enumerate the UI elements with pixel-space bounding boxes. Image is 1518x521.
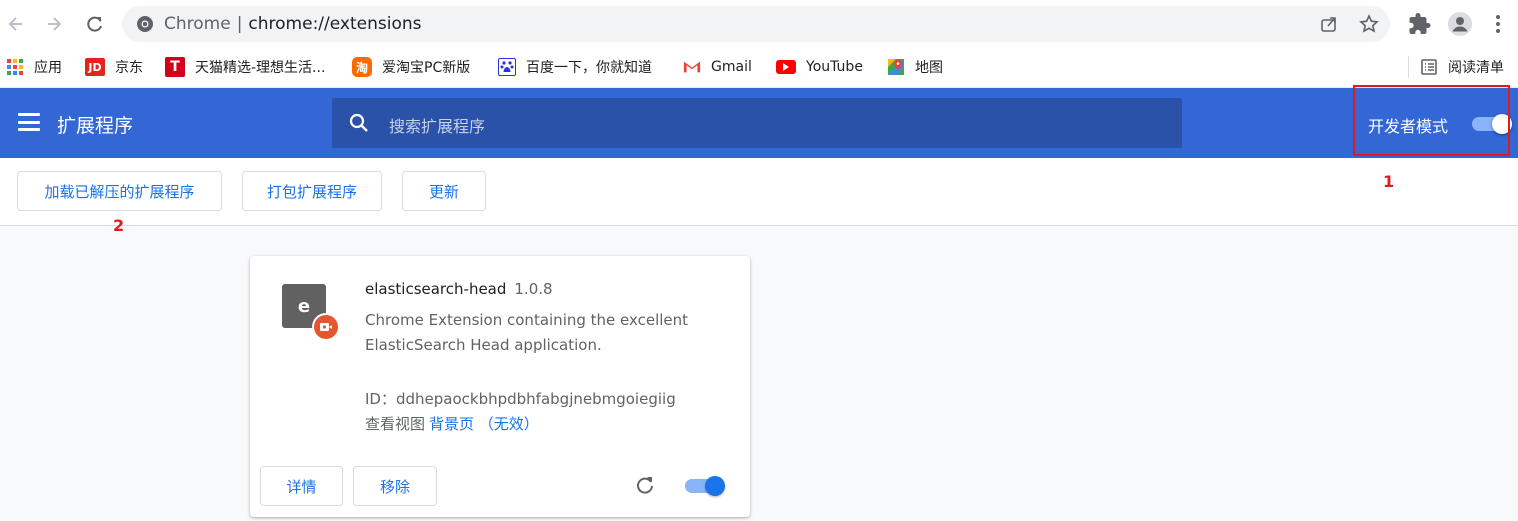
- bookmark-aitaobao[interactable]: 淘 爱淘宝PC新版: [352, 56, 470, 78]
- toggle-knob: [705, 476, 725, 496]
- pack-extension-button[interactable]: 打包扩展程序: [242, 171, 382, 211]
- extensions-puzzle-icon[interactable]: [1408, 12, 1432, 36]
- hamburger-menu-icon[interactable]: [18, 113, 40, 131]
- browser-toolbar: Chrome | chrome://extensions: [0, 0, 1518, 48]
- annotation-number-2: 2: [113, 216, 125, 235]
- extensions-header: 扩展程序 搜索扩展程序 开发者模式: [0, 88, 1518, 158]
- update-button[interactable]: 更新: [402, 171, 486, 211]
- forward-icon[interactable]: [40, 10, 68, 38]
- bookmark-label: 爱淘宝PC新版: [382, 60, 471, 76]
- search-placeholder: 搜索扩展程序: [389, 117, 486, 136]
- extension-name-row: elasticsearch-head 1.0.8: [365, 280, 553, 298]
- maps-icon: [887, 58, 905, 76]
- background-page-link[interactable]: 背景页 （无效）: [429, 415, 539, 433]
- inspect-views-label: 查看视图: [365, 415, 426, 433]
- youtube-icon: [776, 60, 796, 74]
- jd-icon: JD: [85, 58, 105, 76]
- search-extensions-input[interactable]: 搜索扩展程序: [332, 98, 1182, 148]
- bookmark-label: 地图: [915, 60, 943, 76]
- address-bar[interactable]: Chrome | chrome://extensions: [122, 6, 1390, 42]
- extension-id-label: ID：: [365, 390, 396, 408]
- unpacked-badge-icon: [312, 313, 340, 341]
- inspect-views-row: 查看视图 背景页 （无效）: [365, 413, 539, 434]
- extension-id-value: ddhepaockbhpdbhfabgjnebmgoiegiig: [395, 390, 676, 408]
- extension-version: 1.0.8: [514, 280, 553, 298]
- bookmark-maps[interactable]: 地图: [887, 56, 943, 78]
- page-title: 扩展程序: [57, 115, 134, 137]
- chrome-icon: [137, 16, 153, 32]
- bookmark-label: 天猫精选-理想生活...: [195, 60, 326, 76]
- bookmark-jd[interactable]: JD 京东: [85, 56, 143, 78]
- baidu-icon: [498, 58, 516, 76]
- reload-icon[interactable]: [81, 10, 109, 38]
- bookmark-label: 百度一下，你就知道: [526, 60, 652, 76]
- load-unpacked-button[interactable]: 加载已解压的扩展程序: [17, 171, 222, 211]
- bookmark-tmall[interactable]: T 天猫精选-理想生活...: [165, 56, 325, 78]
- bookmarks-bar: 应用 JD 京东 T 天猫精选-理想生活... 淘 爱淘宝PC新版 百度一下，你…: [0, 48, 1518, 88]
- address-url: chrome://extensions: [248, 14, 422, 34]
- bookmark-label: Gmail: [711, 59, 752, 75]
- search-icon: [349, 113, 368, 132]
- star-icon[interactable]: [1359, 14, 1379, 34]
- bookmark-label: 应用: [34, 60, 62, 76]
- reload-extension-icon[interactable]: [634, 474, 656, 496]
- reading-list-label: 阅读清单: [1448, 60, 1504, 76]
- extension-id-row: ID：ddhepaockbhpdbhfabgjnebmgoiegiig: [365, 388, 676, 409]
- extension-enable-toggle[interactable]: [685, 476, 725, 496]
- bookmark-gmail[interactable]: Gmail: [683, 56, 752, 78]
- reading-list-icon: [1420, 58, 1438, 76]
- annotation-highlight-box: [1353, 85, 1510, 156]
- bookmark-label: YouTube: [806, 59, 863, 75]
- action-bar: 加载已解压的扩展程序 打包扩展程序 更新: [0, 158, 1518, 226]
- bookmarks-divider: [1408, 56, 1409, 78]
- gmail-icon: [683, 58, 701, 76]
- remove-button[interactable]: 移除: [353, 466, 437, 506]
- extension-name: elasticsearch-head: [365, 280, 507, 298]
- menu-kebab-icon[interactable]: [1486, 12, 1510, 36]
- bookmark-apps[interactable]: 应用: [6, 56, 62, 78]
- profile-avatar-icon[interactable]: [1448, 12, 1472, 36]
- aitaobao-icon: 淘: [352, 57, 372, 77]
- bookmark-youtube[interactable]: YouTube: [776, 56, 863, 78]
- extension-description: Chrome Extension containing the excellen…: [365, 311, 689, 354]
- annotation-number-1: 1: [1383, 172, 1395, 191]
- apps-grid-icon: [6, 58, 24, 76]
- back-icon[interactable]: [2, 10, 30, 38]
- details-button[interactable]: 详情: [260, 466, 343, 506]
- tmall-icon: T: [165, 57, 185, 77]
- extension-card: e elasticsearch-head 1.0.8 Chrome Extensi…: [250, 256, 750, 517]
- share-icon[interactable]: [1319, 14, 1339, 34]
- bookmark-baidu[interactable]: 百度一下，你就知道: [498, 56, 652, 78]
- address-text: Chrome | chrome://extensions: [164, 14, 422, 34]
- bookmark-label: 京东: [115, 60, 143, 76]
- reading-list-button[interactable]: 阅读清单: [1420, 56, 1504, 78]
- address-prefix: Chrome: [164, 14, 231, 34]
